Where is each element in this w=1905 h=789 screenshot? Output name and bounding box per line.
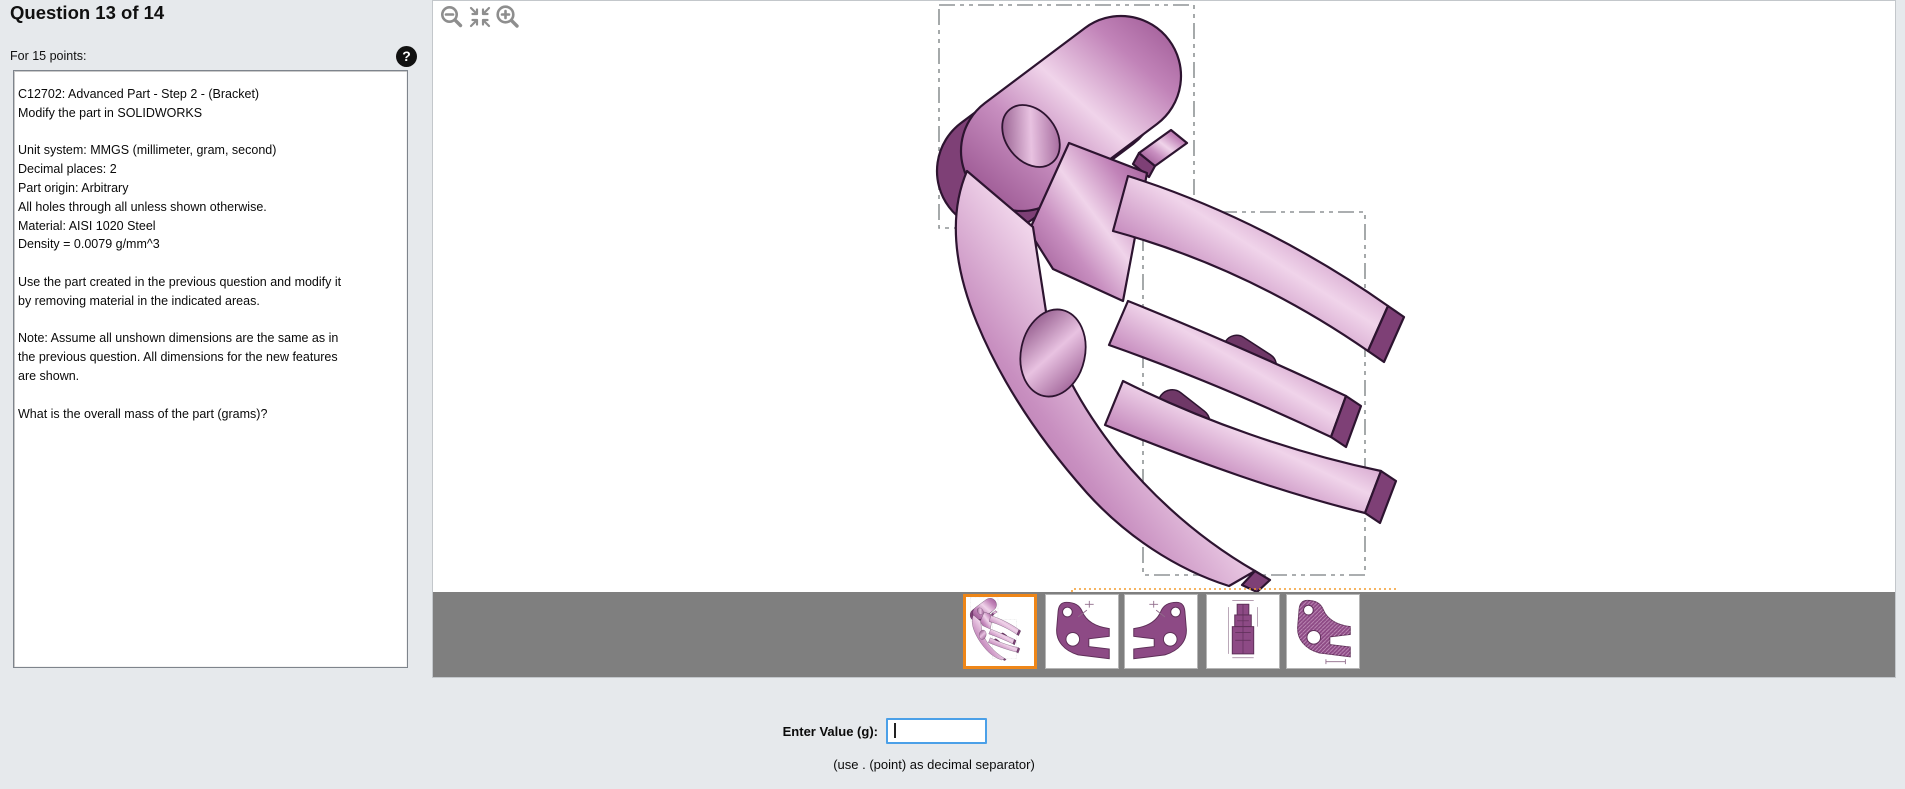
- answer-hint: (use . (point) as decimal separator): [833, 757, 1035, 772]
- zoom-out-icon[interactable]: [439, 4, 465, 30]
- points-label: For 15 points:: [10, 49, 87, 63]
- text-caret: [894, 723, 896, 738]
- viewer-toolbar: [439, 4, 521, 30]
- thumbnail-side-view-mirrored[interactable]: [1124, 594, 1198, 669]
- model-viewer: [432, 0, 1896, 678]
- answer-input[interactable]: [886, 718, 987, 744]
- fit-to-view-icon[interactable]: [467, 4, 493, 30]
- question-text-lines: C12702: Advanced Part - Step 2 - (Bracke…: [18, 87, 342, 421]
- zoom-in-icon[interactable]: [495, 4, 521, 30]
- thumbnail-front-view[interactable]: [1206, 594, 1280, 669]
- model-canvas[interactable]: [433, 1, 1895, 592]
- question-text-box[interactable]: C12702: Advanced Part - Step 2 - (Bracke…: [13, 70, 408, 668]
- thumbnail-section-view[interactable]: [1286, 594, 1360, 669]
- page-title: Question 13 of 14: [10, 2, 165, 23]
- exam-page: Question 13 of 14 For 15 points: ? C1270…: [0, 0, 1905, 789]
- question-panel: Question 13 of 14 For 15 points: ? C1270…: [0, 0, 430, 789]
- answer-label: Enter Value (g):: [782, 724, 878, 739]
- thumbnail-strip: [433, 592, 1895, 677]
- thumbnail-isometric-view[interactable]: [963, 594, 1037, 669]
- thumbnail-side-view[interactable]: [1045, 594, 1119, 669]
- bracket-3d-model: [935, 14, 1406, 592]
- help-icon[interactable]: ?: [396, 46, 417, 67]
